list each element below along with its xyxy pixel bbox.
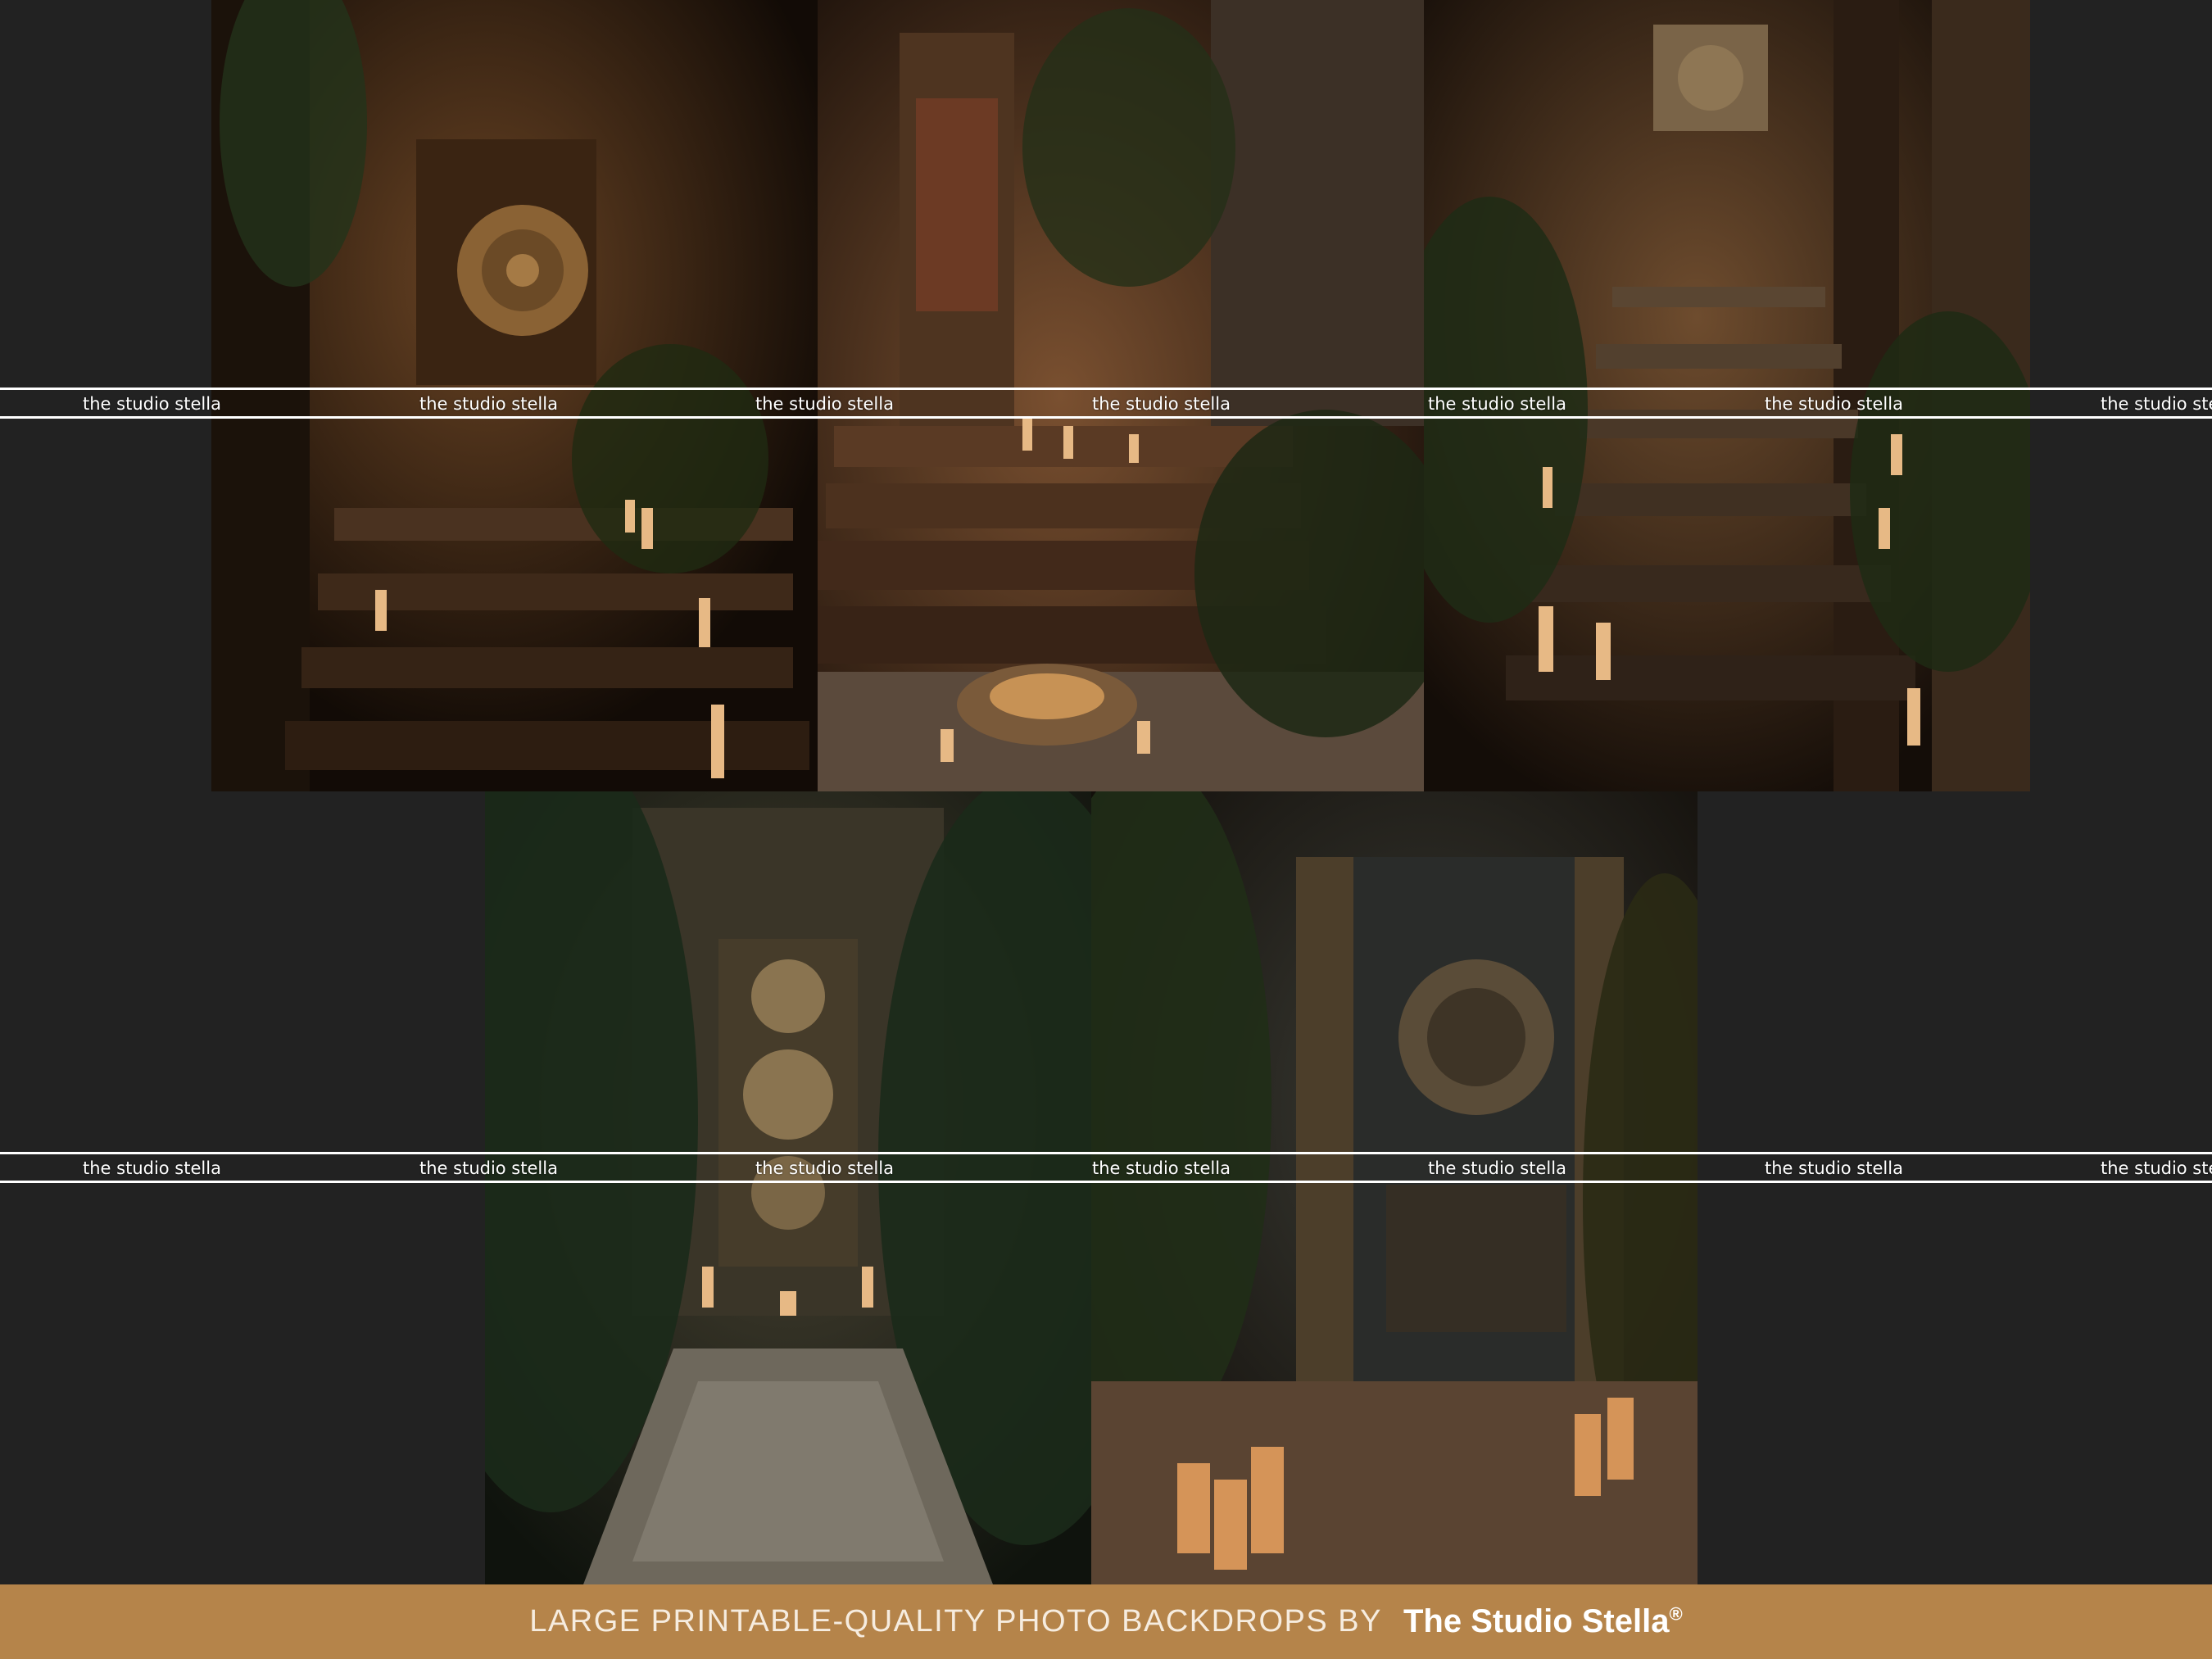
watermark-text: the studio stella — [1092, 1158, 1231, 1178]
registered-mark: ® — [1669, 1603, 1683, 1625]
watermark-text: the studio stella — [1765, 394, 1903, 414]
watermark-text: the studio stella — [83, 394, 221, 414]
dark-temple-door-image — [1091, 791, 1698, 1584]
watermark-text: the studio stella — [1428, 1158, 1566, 1178]
footer-banner: LARGE PRINTABLE-QUALITY PHOTO BACKDROPS … — [0, 1584, 2212, 1659]
backdrop-photo-4 — [485, 791, 1091, 1584]
watermark-band-bottom: the studio stella the studio stella the … — [0, 1152, 2212, 1183]
footer-brand-name: The Studio Stella® — [1403, 1603, 1683, 1640]
watermark-text: the studio stella — [1092, 394, 1231, 414]
watermark-text: the studio stella — [1428, 394, 1566, 414]
watermark-text: the studio stella — [419, 1158, 558, 1178]
watermark-text: the studio stella — [419, 394, 558, 414]
watermark-text: the studio stella — [2101, 394, 2212, 414]
watermark-text: the studio stella — [1765, 1158, 1903, 1178]
footer-tagline: LARGE PRINTABLE-QUALITY PHOTO BACKDROPS … — [529, 1604, 1382, 1639]
watermark-text: the studio stella — [83, 1158, 221, 1178]
watermark-text: the studio stella — [755, 1158, 894, 1178]
watermark-text: the studio stella — [755, 394, 894, 414]
backdrop-photo-5 — [1091, 791, 1698, 1584]
watermark-text: the studio stella — [2101, 1158, 2212, 1178]
watermark-band-top: the studio stella the studio stella the … — [0, 388, 2212, 419]
carved-door-tile-path-image — [485, 791, 1091, 1584]
brand-name-text: The Studio Stella — [1403, 1603, 1670, 1639]
